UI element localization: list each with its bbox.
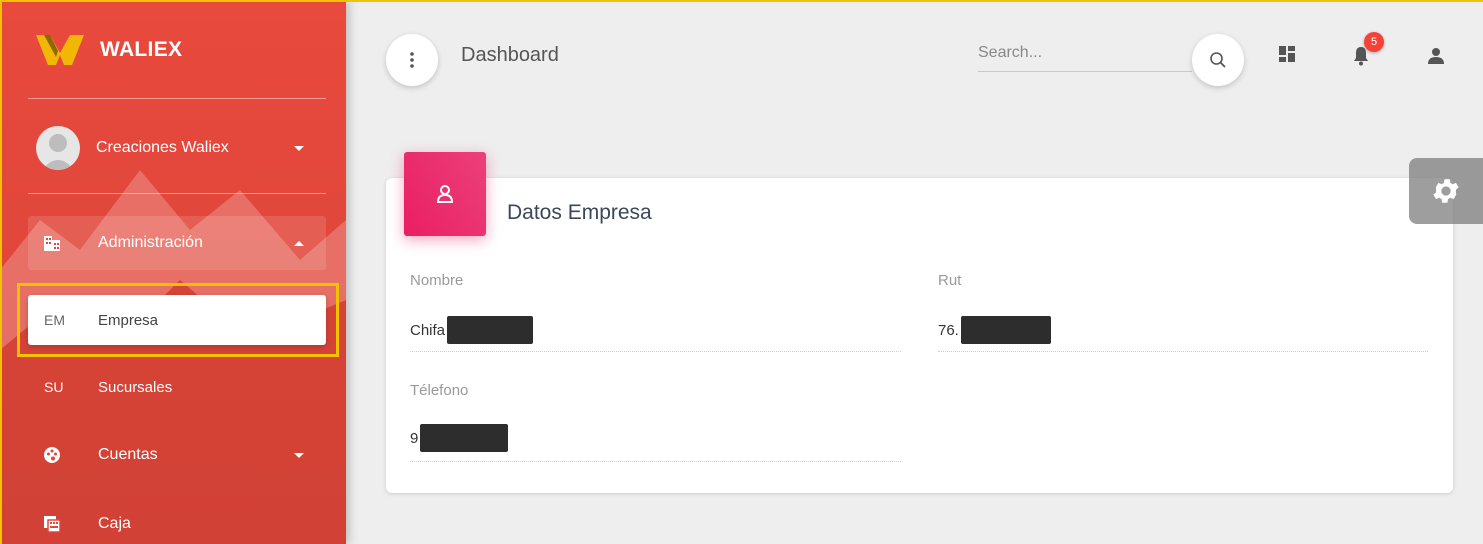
value-text: 9 [410,429,419,447]
sidebar-divider [28,98,326,99]
sidebar-item-label: Empresa [98,311,159,329]
company-card [386,178,1453,493]
person-icon [1428,48,1444,64]
chevron-down-icon [294,145,304,151]
building-icon [42,233,62,253]
gear-icon [1433,179,1459,203]
chevron-down-icon [294,452,304,458]
card-header-icon [404,152,486,236]
sidebar-divider [28,193,326,194]
sidebar: WALIEX Creaciones Waliex Administración [0,0,346,544]
waliex-logo-icon [34,33,86,67]
page-title: Dashboard [461,44,559,66]
dashboard-button[interactable] [1274,41,1300,67]
settings-button[interactable] [1409,158,1483,224]
field-label-telefono: Télefono [410,382,469,399]
search-input[interactable] [978,38,1192,68]
sidebar-item-label: Sucursales [98,378,173,396]
more-vertical-icon [410,52,414,68]
field-value-rut: 76. [938,316,1051,344]
user-menu[interactable]: Creaciones Waliex [36,126,326,170]
sidebar-item-label: Cuentas [98,446,158,463]
field-label-rut: Rut [938,272,962,289]
avatar [36,126,80,170]
field-underline [938,351,1428,352]
field-value-nombre: Chifa [410,316,534,344]
palette-icon [42,445,62,465]
field-label-nombre: Nombre [410,272,464,289]
brand[interactable]: WALIEX [34,28,182,72]
sidebar-item-label: Administración [98,234,203,251]
cash-register-icon [42,514,62,534]
notification-badge: 5 [1364,32,1384,52]
person-outline-icon [436,185,454,203]
value-text: 76. [938,321,959,339]
sidebar-item-sucursales[interactable]: SU Sucursales [28,360,326,414]
value-text: Chifa [410,321,446,339]
mountain-background [0,170,346,544]
sidebar-item-cuentas[interactable]: Cuentas [28,428,326,482]
redaction-block [420,424,509,452]
field-value-telefono: 9 [410,424,509,452]
sidebar-item-empresa[interactable]: EM Empresa [28,295,326,345]
sidebar-item-abbr: EM [44,312,65,328]
card-title: Datos Empresa [507,201,652,224]
search-field[interactable] [978,38,1192,72]
sidebar-item-label: Caja [98,515,131,532]
brand-name: WALIEX [100,38,183,61]
sidebar-item-abbr: SU [44,379,64,395]
search-icon [1210,52,1226,68]
profile-button[interactable] [1423,43,1449,69]
user-name: Creaciones Waliex [96,139,229,156]
more-options-button[interactable] [386,34,438,86]
sidebar-item-caja[interactable]: Caja [28,497,326,544]
field-underline [410,351,901,352]
dashboard-icon [1279,46,1295,62]
sidebar-item-administracion[interactable]: Administración [28,216,326,270]
field-underline [410,461,901,462]
chevron-up-icon [294,240,304,246]
redaction-block [960,316,1051,344]
redaction-block [447,316,534,344]
search-button[interactable] [1192,34,1244,86]
